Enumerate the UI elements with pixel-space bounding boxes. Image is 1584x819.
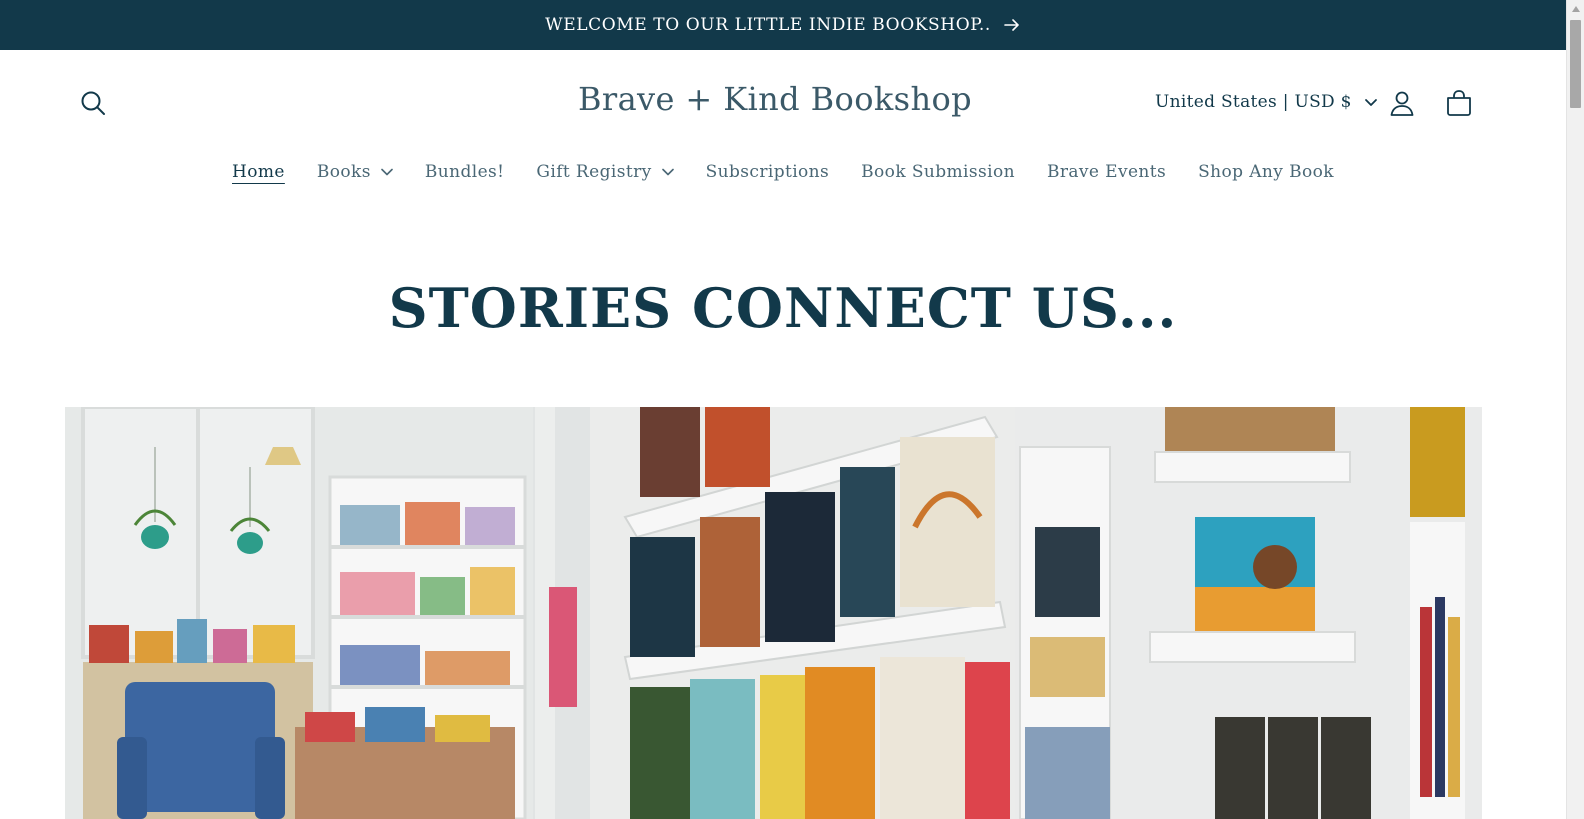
main-navigation: Home Books Bundles! Gift Registry Subscr… [0,158,1566,186]
nav-item-label: Gift Registry [536,162,652,182]
chevron-down-icon [661,168,674,176]
scrollbar-thumb[interactable] [1570,20,1581,108]
country-currency-selector[interactable]: United States | USD $ [1155,92,1378,112]
nav-item-gift-registry[interactable]: Gift Registry [536,158,674,186]
nav-item-label: Books [316,162,371,182]
nav-item-label: Home [232,162,285,182]
account-button[interactable] [1387,88,1417,118]
announcement-bar[interactable]: WELCOME TO OUR LITTLE INDIE BOOKSHOP.. [0,0,1566,50]
nav-item-book-submission[interactable]: Book Submission [861,158,1015,186]
nav-item-bundles[interactable]: Bundles! [425,158,505,186]
country-currency-label: United States | USD $ [1155,92,1352,112]
nav-item-shop-any-book[interactable]: Shop Any Book [1198,158,1334,186]
cart-icon [1447,90,1471,116]
nav-item-brave-events[interactable]: Brave Events [1047,158,1166,186]
site-logo[interactable]: Brave + Kind Bookshop [560,80,990,118]
nav-item-home[interactable]: Home [232,158,285,186]
nav-item-label: Brave Events [1046,162,1167,182]
nav-item-books[interactable]: Books [317,158,393,186]
page-scrollbar[interactable] [1566,0,1584,819]
nav-item-label: Subscriptions [705,162,830,182]
account-icon [1390,91,1414,116]
hero-title: STORIES CONNECT US... [388,276,1178,340]
cart-button[interactable] [1444,88,1474,118]
nav-item-label: Bundles! [424,162,505,182]
nav-item-subscriptions[interactable]: Subscriptions [706,158,830,186]
bookshop-photo [65,407,1482,819]
chevron-down-icon [381,168,393,176]
arrow-right-icon [1004,19,1019,31]
search-button[interactable] [78,88,108,118]
scroll-up-button[interactable] [1567,0,1584,17]
hero-image [65,407,1482,819]
search-icon [81,91,105,115]
nav-item-label: Book Submission [861,162,1015,182]
nav-item-label: Shop Any Book [1198,162,1334,182]
scroll-up-arrow-icon [1571,5,1580,12]
site-header: Brave + Kind Bookshop United States | US… [0,50,1566,220]
announcement-text: WELCOME TO OUR LITTLE INDIE BOOKSHOP.. [545,15,991,35]
chevron-down-icon [1364,99,1377,106]
